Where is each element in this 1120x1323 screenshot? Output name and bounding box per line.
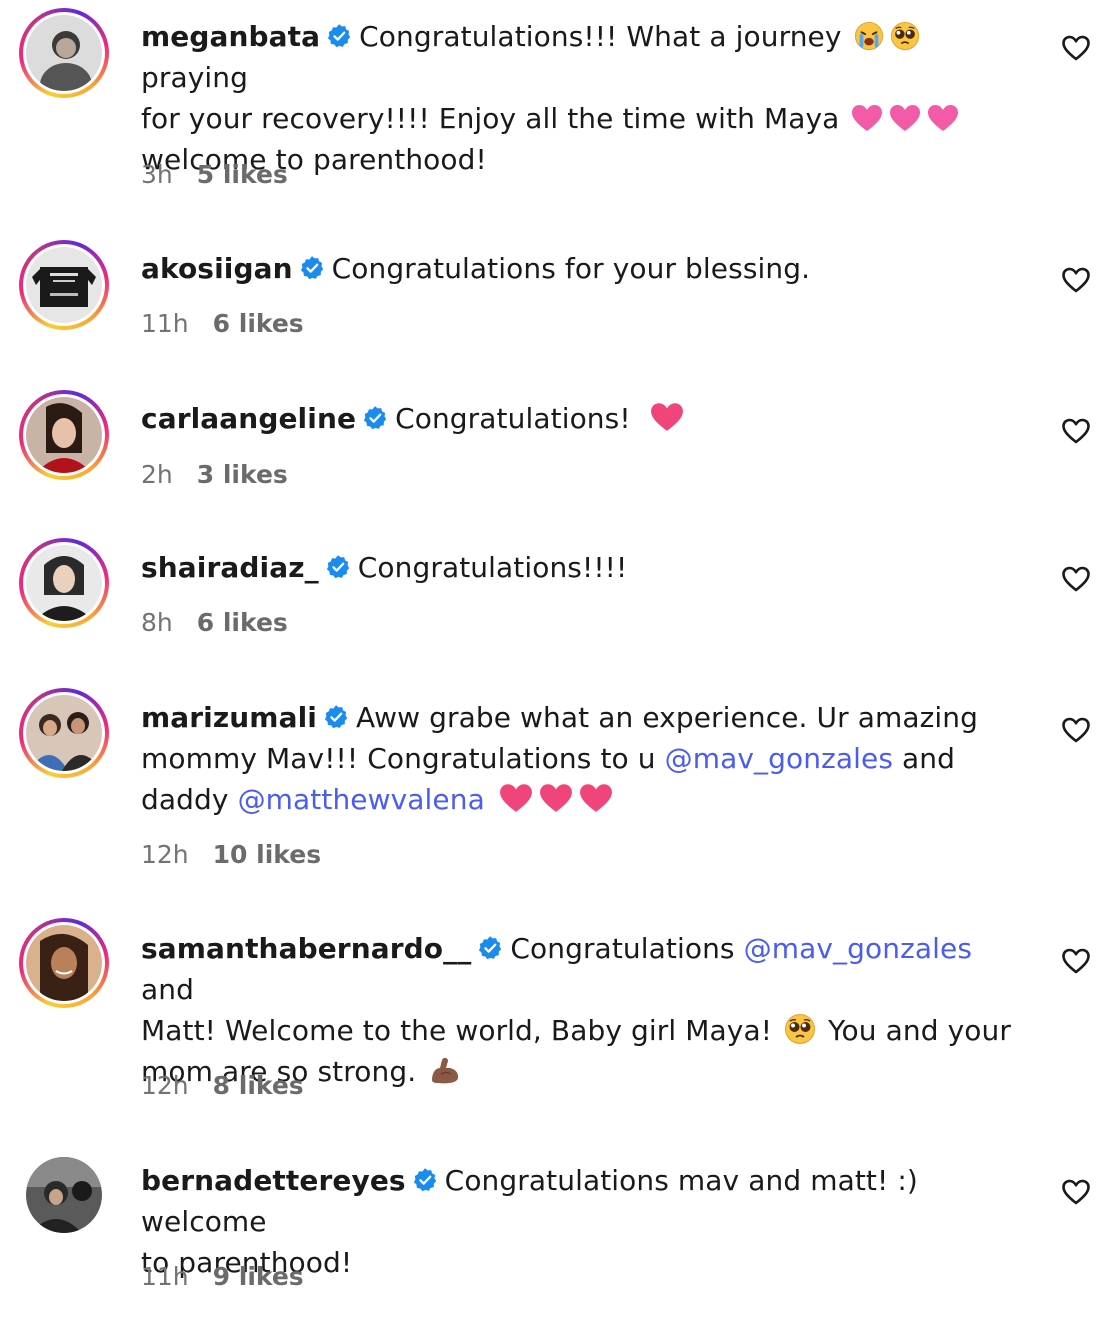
verified-badge-icon [326,23,352,49]
comment-body: Congratulations [510,932,744,965]
like-heart-icon[interactable] [1061,715,1091,745]
comment-likes[interactable]: 8 likes [213,1071,304,1100]
mention-link[interactable]: @matthewvalena [238,783,485,816]
pleading-face-emoji-icon [890,21,920,51]
comment-username[interactable]: shairadiaz_ [141,551,319,584]
comment-text: shairadiaz_ Congratulations!!!! [141,547,1031,588]
comment-body: Congratulations! [395,402,640,435]
avatar [26,925,102,1001]
avatar-ring[interactable] [19,1150,109,1240]
comment-body: Matt! Welcome to the world, Baby girl Ma… [141,1014,782,1047]
comment-body: for your recovery!!!! Enjoy all the time… [141,102,849,135]
red-heart-emoji-icon [539,782,573,814]
red-heart-emoji-icon [579,782,613,814]
avatar [26,1157,102,1233]
comment-time: 12h [141,1071,189,1100]
comment-time: 2h [141,460,173,489]
comment-likes[interactable]: 3 likes [197,460,288,489]
comment-meta: 3h 5 likes [141,160,288,189]
comment-username[interactable]: akosiigan [141,252,293,285]
comment-body: You and your [819,1014,1011,1047]
comment-time: 12h [141,840,189,869]
avatar [26,247,102,323]
crying-face-emoji-icon [854,21,884,51]
comment-likes[interactable]: 6 likes [197,608,288,637]
avatar [26,15,102,91]
comment-time: 11h [141,1262,189,1291]
mention-link[interactable]: @mav_gonzales [665,742,893,775]
like-heart-icon[interactable] [1061,416,1091,446]
comment-body: Congratulations!!! What a journey [359,20,851,53]
comment-time: 11h [141,309,189,338]
comment-text: samanthabernardo__ Congratulations @mav_g… [141,928,1031,1092]
verified-badge-icon [299,255,325,281]
pink-heart-emoji-icon [927,103,959,133]
mention-link[interactable]: @mav_gonzales [744,932,972,965]
comment-username[interactable]: marizumali [141,701,317,734]
verified-badge-icon [477,935,503,961]
verified-badge-icon [323,704,349,730]
comment-likes[interactable]: 10 likes [213,840,321,869]
like-heart-icon[interactable] [1061,33,1091,63]
avatar-ring[interactable] [19,240,109,330]
avatar [26,545,102,621]
like-heart-icon[interactable] [1061,1177,1091,1207]
comment-username[interactable]: carlaangeline [141,402,356,435]
comment-body: and [893,742,955,775]
avatar-ring[interactable] [19,688,109,778]
comment-meta: 8h 6 likes [141,608,288,637]
comment-username[interactable]: meganbata [141,20,320,53]
comment-likes[interactable]: 9 likes [213,1262,304,1291]
comment-meta: 2h 3 likes [141,460,288,489]
comment-body: mommy Mav!!! Congratulations to u [141,742,665,775]
comment-body: Aww grabe what an experience. Ur amazing [355,701,979,734]
pink-heart-emoji-icon [851,103,883,133]
avatar-ring[interactable] [19,8,109,98]
flexed-biceps-emoji-icon [428,1054,462,1086]
pink-heart-emoji-icon [889,103,921,133]
avatar-ring[interactable] [19,390,109,480]
comment-text: carlaangeline Congratulations! [141,398,1031,439]
like-heart-icon[interactable] [1061,265,1091,295]
verified-badge-icon [362,405,388,431]
avatar-ring[interactable] [19,918,109,1008]
comment-body: and [141,973,194,1006]
comment-text: meganbata Congratulations!!! What a journ… [141,16,1031,180]
comment-body: daddy [141,783,238,816]
comment-text: akosiigan Congratulations for your blessi… [141,248,1031,289]
comment-likes[interactable]: 5 likes [197,160,288,189]
comment-body: Congratulations!!!! [357,551,628,584]
red-heart-emoji-icon [499,782,533,814]
like-heart-icon[interactable] [1061,946,1091,976]
comment-meta: 11h 6 likes [141,309,304,338]
comment-likes[interactable]: 6 likes [213,309,304,338]
verified-badge-icon [412,1167,438,1193]
pleading-face-emoji-icon [784,1013,816,1045]
comment-meta: 12h 10 likes [141,840,321,869]
avatar [26,397,102,473]
comment-time: 3h [141,160,173,189]
red-heart-emoji-icon [650,401,684,433]
avatar [26,695,102,771]
comment-body: praying [141,61,249,94]
comment-meta: 11h 9 likes [141,1262,304,1291]
comment-meta: 12h 8 likes [141,1071,304,1100]
like-heart-icon[interactable] [1061,564,1091,594]
avatar-ring[interactable] [19,538,109,628]
comment-time: 8h [141,608,173,637]
comment-body: Congratulations for your blessing. [331,252,811,285]
verified-badge-icon [325,554,351,580]
comment-text: marizumali Aww grabe what an experience. … [141,697,1031,820]
comment-username[interactable]: bernadettereyes [141,1164,406,1197]
comment-username[interactable]: samanthabernardo__ [141,932,471,965]
